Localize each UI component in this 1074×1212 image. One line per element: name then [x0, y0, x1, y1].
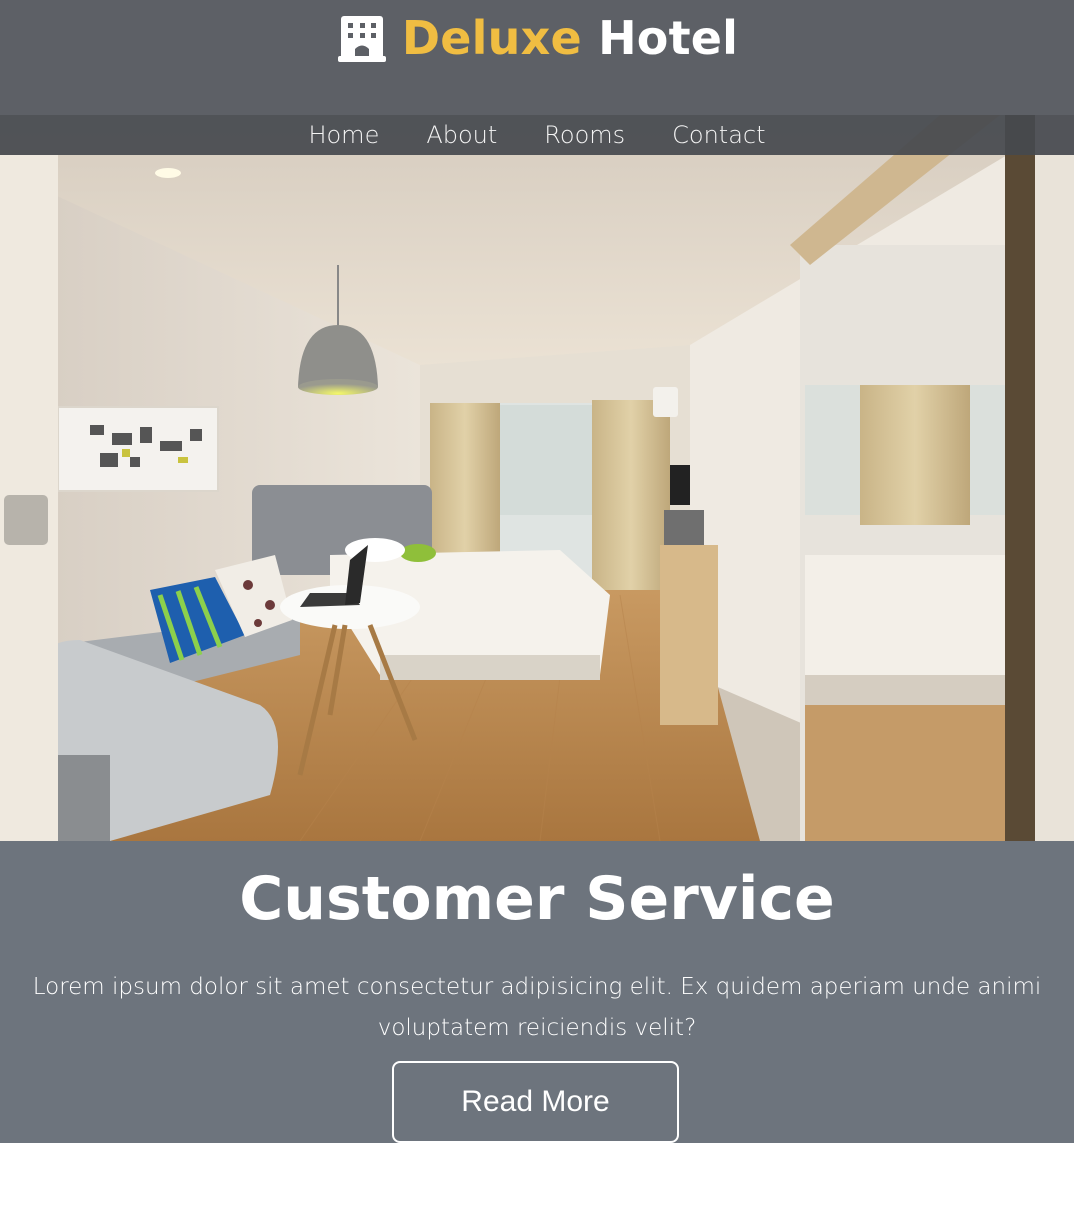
site-header: Deluxe Hotel	[0, 0, 1074, 115]
brand-logo[interactable]: Deluxe Hotel	[0, 6, 1074, 70]
brand-word-deluxe: Deluxe	[401, 11, 582, 65]
brand-name: Deluxe Hotel	[402, 6, 738, 70]
nav-about-link[interactable]: About	[426, 121, 497, 149]
brand-word-hotel: Hotel	[598, 11, 739, 65]
hotel-room-photo	[0, 115, 1074, 841]
read-more-button[interactable]: Read More	[392, 1061, 679, 1143]
main-nav: Home About Rooms Contact	[0, 115, 1074, 155]
section-title: Customer Service	[239, 864, 835, 934]
nav-rooms-link[interactable]: Rooms	[544, 121, 625, 149]
nav-home-link[interactable]: Home	[308, 121, 379, 149]
section-description: Lorem ipsum dolor sit amet consectetur a…	[32, 974, 1042, 1041]
hero-banner: Home About Rooms Contact	[0, 115, 1074, 841]
hotel-building-icon	[337, 16, 386, 62]
customer-service-section: Customer Service Lorem ipsum dolor sit a…	[0, 841, 1074, 1143]
nav-contact-link[interactable]: Contact	[672, 121, 765, 149]
